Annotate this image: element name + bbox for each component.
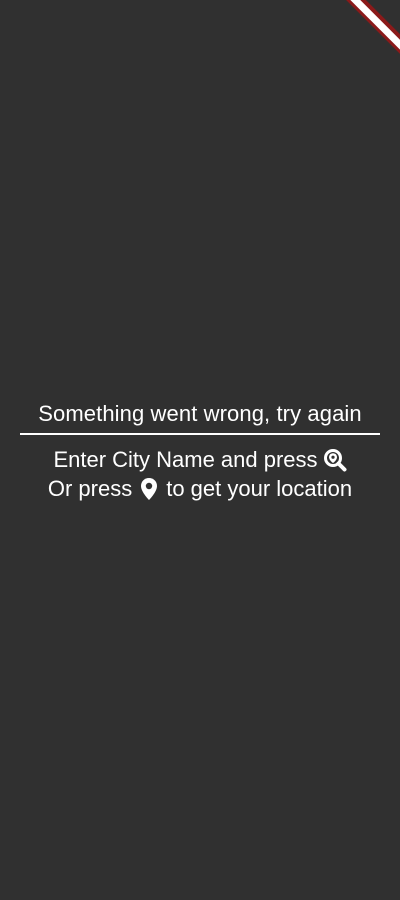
hint-line-search: Enter City Name and press — [0, 445, 400, 474]
divider — [20, 433, 380, 435]
debug-banner-inner — [345, 0, 400, 53]
search-location-icon — [323, 448, 347, 472]
hint-location-suffix: to get your location — [166, 476, 353, 501]
debug-banner-stripe — [340, 0, 400, 58]
hint-location-prefix: Or press — [47, 476, 133, 501]
debug-banner — [340, 0, 400, 60]
hint-line-location: Or press to get your location — [0, 474, 400, 503]
message-panel: Something went wrong, try again Enter Ci… — [0, 397, 400, 503]
error-message: Something went wrong, try again — [38, 401, 362, 426]
location-pin-icon — [137, 477, 161, 501]
hint-search-text: Enter City Name and press — [53, 447, 318, 472]
